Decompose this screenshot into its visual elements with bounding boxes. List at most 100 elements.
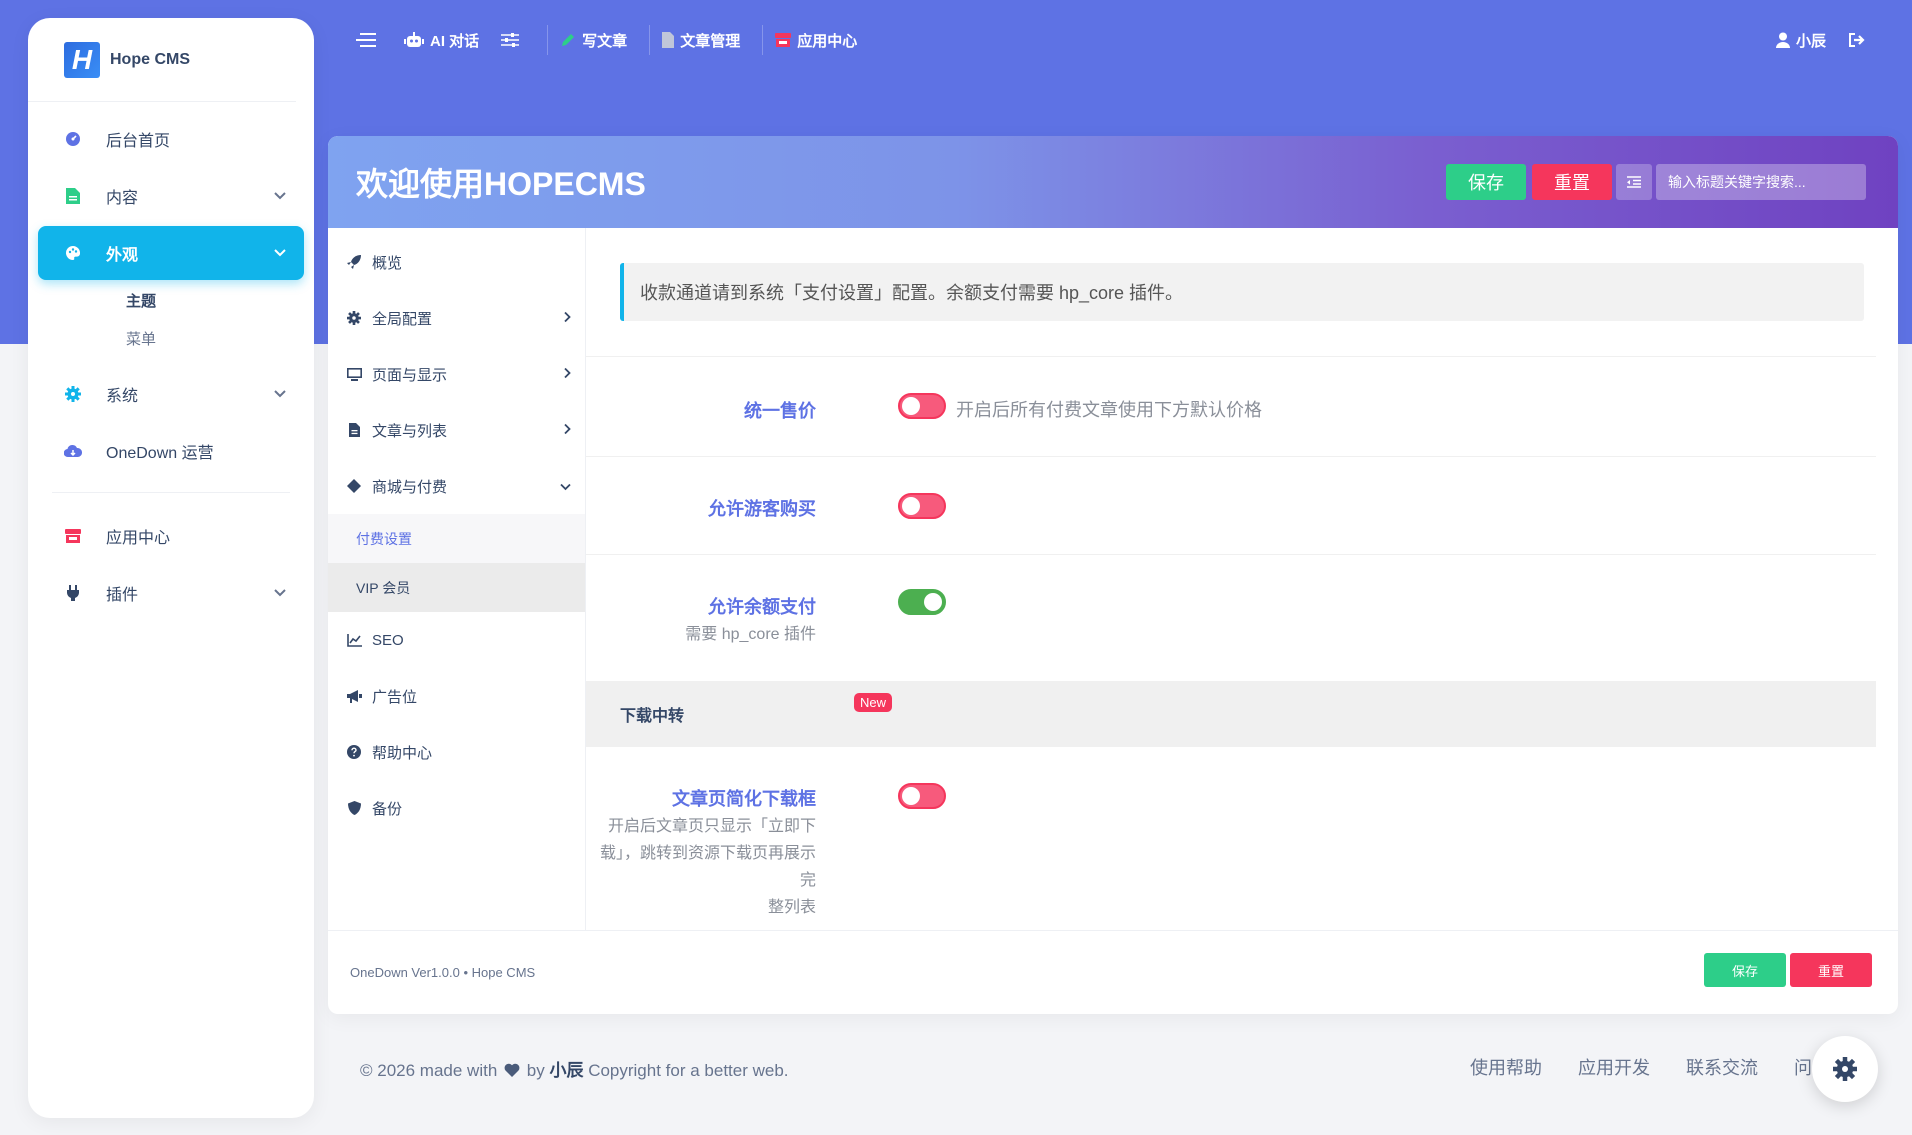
simplified-download-toggle[interactable]	[898, 783, 946, 809]
chart-line-icon	[346, 633, 362, 647]
footer-reset-button[interactable]: 重置	[1789, 953, 1872, 987]
menu-item-pages-display[interactable]: 页面与显示	[328, 346, 585, 402]
store-icon	[64, 527, 82, 545]
menu-item-help[interactable]: 帮助中心	[328, 724, 585, 780]
menu-item-label: 文章与列表	[372, 422, 448, 440]
sidebar-item-dashboard[interactable]: 后台首页	[38, 112, 304, 166]
sidebar-item-label: 内容	[106, 190, 139, 207]
footer-link-dev[interactable]: 应用开发	[1578, 1054, 1650, 1080]
sidebar-item-system[interactable]: 系统	[38, 367, 304, 421]
search-input[interactable]	[1656, 164, 1866, 200]
sidebar-item-label: 外观	[106, 247, 139, 264]
unified-price-toggle[interactable]	[898, 393, 946, 419]
robot-icon	[404, 32, 424, 47]
sidebar-subitem-menu[interactable]: 菜单	[126, 321, 304, 359]
sidebar-item-label: 后台首页	[106, 133, 171, 150]
sidebar-item-content[interactable]: 内容	[38, 169, 304, 223]
settings-fab[interactable]	[1812, 1036, 1878, 1102]
balance-payment-toggle[interactable]	[898, 589, 946, 615]
plug-icon	[64, 584, 82, 602]
menu-item-backup[interactable]: 备份	[328, 780, 585, 836]
info-notice: 收款通道请到系统「支付设置」配置。余额支付需要 hp_core 插件。	[620, 263, 1864, 321]
topbar-label: 文章管理	[680, 32, 741, 50]
footer-link-help[interactable]: 使用帮助	[1470, 1054, 1542, 1080]
card-footer: OneDown Ver1.0.0 • Hope CMS 保存 重置	[328, 930, 1898, 1014]
setting-row-unified-price: 统一售价 开启后所有付费文章使用下方默认价格	[586, 356, 1876, 456]
topbar-label: 写文章	[582, 32, 628, 50]
topbar-divider	[649, 25, 651, 55]
footer-author-link[interactable]: 小辰	[549, 1061, 583, 1080]
settings-card: 欢迎使用HOPECMS 保存 重置 概览 全局配置 页面与显示	[328, 136, 1898, 1014]
topbar-app-center[interactable]: 应用中心	[775, 30, 857, 51]
footer-link-contact[interactable]: 联系交流	[1686, 1054, 1758, 1080]
setting-note: 开启后所有付费文章使用下方默认价格	[956, 400, 1262, 420]
topbar: AI 对话 写文章 文章管理 应用中心	[356, 22, 879, 58]
topbar-post-manage[interactable]: 文章管理	[662, 30, 740, 51]
footer-links: 使用帮助 应用开发 联系交流 问	[1470, 1054, 1848, 1080]
menu-item-label: 全局配置	[372, 310, 433, 328]
card-body: 概览 全局配置 页面与显示 文章与列表 商城与付费 付费设置 VIP 会员 SE…	[328, 228, 1898, 930]
header-actions: 保存 重置	[1446, 164, 1866, 200]
document-icon	[662, 32, 675, 48]
sidebar-item-onedown[interactable]: OneDown 运营	[38, 424, 304, 478]
menu-item-ads[interactable]: 广告位	[328, 668, 585, 724]
menu-item-overview[interactable]: 概览	[328, 234, 585, 290]
sidebar-divider	[52, 492, 290, 493]
gear-icon	[64, 385, 82, 403]
section-title: 下载中转	[620, 708, 685, 725]
sliders-icon	[501, 33, 520, 47]
settings-content: 收款通道请到系统「支付设置」配置。余额支付需要 hp_core 插件。 统一售价…	[586, 228, 1898, 930]
reset-button[interactable]: 重置	[1532, 164, 1612, 200]
menu-icon	[356, 33, 376, 47]
menu-item-global-config[interactable]: 全局配置	[328, 290, 585, 346]
outdent-button[interactable]	[1616, 164, 1652, 200]
menu-item-articles-lists[interactable]: 文章与列表	[328, 402, 585, 458]
setting-label: 允许余额支付	[708, 597, 816, 617]
palette-icon	[64, 244, 82, 262]
heart-icon	[504, 1063, 520, 1077]
sidebar-item-app-center[interactable]: 应用中心	[38, 509, 304, 563]
menu-item-seo[interactable]: SEO	[328, 612, 585, 668]
sidebar-item-label: 系统	[106, 388, 139, 405]
sidebar-item-label: 插件	[106, 587, 139, 604]
chevron-down-icon	[274, 385, 286, 403]
chevron-down-icon	[560, 478, 571, 495]
chevron-down-icon	[274, 187, 286, 205]
topbar-label: 应用中心	[797, 32, 858, 50]
save-button[interactable]: 保存	[1446, 164, 1526, 200]
cloud-download-icon	[64, 442, 82, 460]
logout-button[interactable]	[1848, 32, 1872, 48]
setting-row-guest-purchase: 允许游客购买	[586, 456, 1876, 554]
user-name: 小辰	[1795, 32, 1826, 50]
gear-icon	[346, 311, 362, 325]
guest-purchase-toggle[interactable]	[898, 493, 946, 519]
brand-name: Hope CMS	[110, 50, 190, 68]
menu-item-shop-payment[interactable]: 商城与付费	[328, 458, 585, 514]
sidebar-toggle-button[interactable]	[356, 32, 382, 48]
setting-label: 统一售价	[744, 401, 816, 421]
sidebar: H Hope CMS 后台首页 内容 外观 主题 菜单 系统 OneDown 运…	[28, 18, 314, 1118]
topbar-write-post[interactable]: 写文章	[560, 30, 627, 51]
menu-item-label: 备份	[372, 800, 403, 818]
sidebar-item-appearance[interactable]: 外观	[38, 226, 304, 280]
footer-copyright-prefix: © 2026 made with	[360, 1061, 498, 1080]
sidebar-subnav: 主题 菜单	[38, 283, 304, 359]
brand[interactable]: H Hope CMS	[28, 18, 296, 102]
footer-save-button[interactable]: 保存	[1703, 953, 1786, 987]
user-menu[interactable]: 小辰	[1775, 30, 1826, 51]
menu-subitem-vip[interactable]: VIP 会员	[328, 563, 585, 612]
outdent-icon	[1627, 176, 1641, 188]
topbar-ai-chat[interactable]: AI 对话	[404, 30, 479, 51]
chevron-down-icon	[274, 584, 286, 602]
sidebar-item-plugins[interactable]: 插件	[38, 566, 304, 620]
user-area: 小辰	[1775, 22, 1872, 58]
card-header: 欢迎使用HOPECMS 保存 重置	[328, 136, 1898, 228]
sidebar-item-label: 应用中心	[106, 530, 171, 547]
menu-subitem-payment-settings[interactable]: 付费设置	[328, 514, 585, 563]
footer-link-question[interactable]: 问	[1794, 1054, 1812, 1080]
topbar-settings[interactable]	[501, 32, 525, 48]
page-footer: © 2026 made with by 小辰 Copyright for a b…	[360, 1056, 789, 1081]
setting-desc-line: 整列表	[767, 899, 816, 916]
setting-label: 允许游客购买	[708, 499, 816, 519]
sidebar-subitem-theme[interactable]: 主题	[126, 283, 304, 321]
